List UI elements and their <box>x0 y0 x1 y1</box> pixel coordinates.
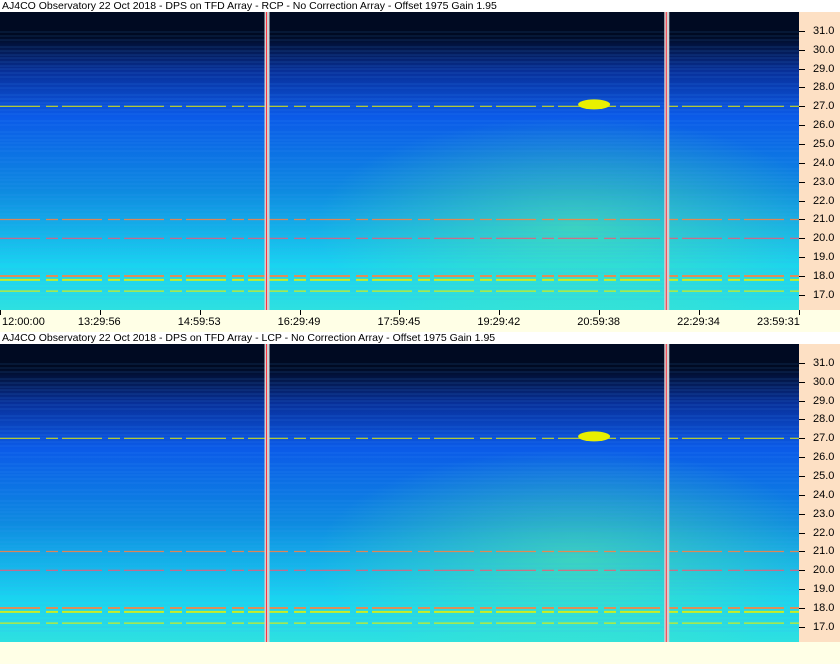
y-tick <box>799 125 805 127</box>
y-tick <box>799 276 805 278</box>
chart-title: AJ4CO Observatory 22 Oct 2018 - DPS on T… <box>0 0 840 12</box>
y-tick <box>799 87 805 89</box>
lcp-panel: AJ4CO Observatory 22 Oct 2018 - DPS on T… <box>0 332 840 664</box>
y-tick <box>799 257 805 259</box>
x-tick <box>499 310 501 315</box>
y-tick <box>799 419 805 421</box>
y-tick-label: 27.0 <box>813 100 835 113</box>
x-tick-label: 16:29:49 <box>277 316 321 328</box>
spectrogram-plot <box>0 12 799 310</box>
y-tick-label: 17.0 <box>813 620 835 633</box>
y-tick <box>799 238 805 240</box>
y-tick-label: 25.0 <box>813 470 835 483</box>
y-tick <box>799 181 805 183</box>
y-tick <box>799 294 805 296</box>
x-tick-label: 20:59:38 <box>577 316 621 328</box>
y-tick <box>799 106 805 108</box>
y-tick <box>799 570 805 572</box>
x-tick <box>399 310 401 315</box>
y-tick-label: 25.0 <box>813 138 835 151</box>
x-tick <box>0 310 1 315</box>
y-tick-label: 21.0 <box>813 545 835 558</box>
y-tick-label: 18.0 <box>813 602 835 615</box>
y-tick-label: 24.0 <box>813 156 835 169</box>
x-tick <box>799 310 800 315</box>
y-tick-label: 30.0 <box>813 43 835 56</box>
y-tick-label: 28.0 <box>813 413 835 426</box>
y-tick <box>799 200 805 202</box>
y-tick <box>799 400 805 402</box>
y-tick-label: 22.0 <box>813 194 835 207</box>
y-tick <box>799 494 805 496</box>
rcp-panel: AJ4CO Observatory 22 Oct 2018 - DPS on T… <box>0 0 840 332</box>
y-tick <box>799 513 805 515</box>
y-tick <box>799 362 805 364</box>
y-tick <box>799 438 805 440</box>
x-tick <box>299 310 301 315</box>
y-tick <box>799 219 805 221</box>
y-tick-label: 26.0 <box>813 451 835 464</box>
x-tick <box>199 310 201 315</box>
x-tick-label: 22:29:34 <box>677 316 720 328</box>
y-tick <box>799 457 805 459</box>
spectrogram-svg <box>0 344 799 642</box>
y-tick-label: 23.0 <box>813 175 835 188</box>
y-tick <box>799 608 805 610</box>
x-tick <box>599 310 601 315</box>
time-axis: 12:00:00 13:29:56 14:59:53 16:29:49 17:59:45… <box>0 310 840 330</box>
y-tick-label: 19.0 <box>813 251 835 264</box>
y-tick <box>799 144 805 146</box>
y-tick-label: 29.0 <box>813 394 835 407</box>
y-tick <box>799 551 805 553</box>
y-tick-label: 26.0 <box>813 119 835 132</box>
y-tick <box>799 49 805 51</box>
spectrogram-plot <box>0 344 799 642</box>
y-tick-label: 27.0 <box>813 432 835 445</box>
x-tick-label: 17:59:45 <box>377 316 421 328</box>
radio-burst <box>578 99 611 110</box>
y-tick <box>799 68 805 70</box>
y-tick-label: 23.0 <box>813 507 835 520</box>
x-tick-label: 13:29:56 <box>77 316 121 328</box>
y-tick-label: 30.0 <box>813 375 835 388</box>
y-tick-label: 18.0 <box>813 270 835 283</box>
y-tick-label: 31.0 <box>813 356 835 369</box>
y-tick-label: 22.0 <box>813 526 835 539</box>
y-tick-label: 24.0 <box>813 488 835 501</box>
y-tick-label: 17.0 <box>813 288 835 301</box>
x-tick-label: 14:59:53 <box>177 316 221 328</box>
y-tick <box>799 30 805 32</box>
x-tick <box>699 310 701 315</box>
y-tick <box>799 162 805 164</box>
x-tick-label: 12:00:00 <box>2 316 45 328</box>
x-tick-label: 23:59:31 <box>757 316 800 328</box>
radio-burst <box>578 431 611 442</box>
frequency-axis: 31.0 30.0 29.0 28.0 27.0 26.0 25.0 24.0 23.0 22.0… <box>799 12 840 310</box>
y-tick <box>799 381 805 383</box>
y-tick <box>799 532 805 534</box>
y-tick <box>799 589 805 591</box>
y-tick-label: 31.0 <box>813 24 835 37</box>
y-tick-label: 28.0 <box>813 81 835 94</box>
spectrogram-svg <box>0 12 799 310</box>
x-tick-label: 19:29:42 <box>477 316 521 328</box>
y-tick-label: 19.0 <box>813 583 835 596</box>
y-tick-label: 29.0 <box>813 62 835 75</box>
y-tick-label: 21.0 <box>813 213 835 226</box>
y-tick-label: 20.0 <box>813 232 835 245</box>
y-tick <box>799 476 805 478</box>
time-axis <box>0 642 840 662</box>
y-tick-label: 20.0 <box>813 564 835 577</box>
chart-title: AJ4CO Observatory 22 Oct 2018 - DPS on T… <box>0 332 840 344</box>
y-tick <box>799 626 805 628</box>
x-tick <box>99 310 101 315</box>
frequency-axis: 31.0 30.0 29.0 28.0 27.0 26.0 25.0 24.0 23.0 22.0… <box>799 344 840 642</box>
